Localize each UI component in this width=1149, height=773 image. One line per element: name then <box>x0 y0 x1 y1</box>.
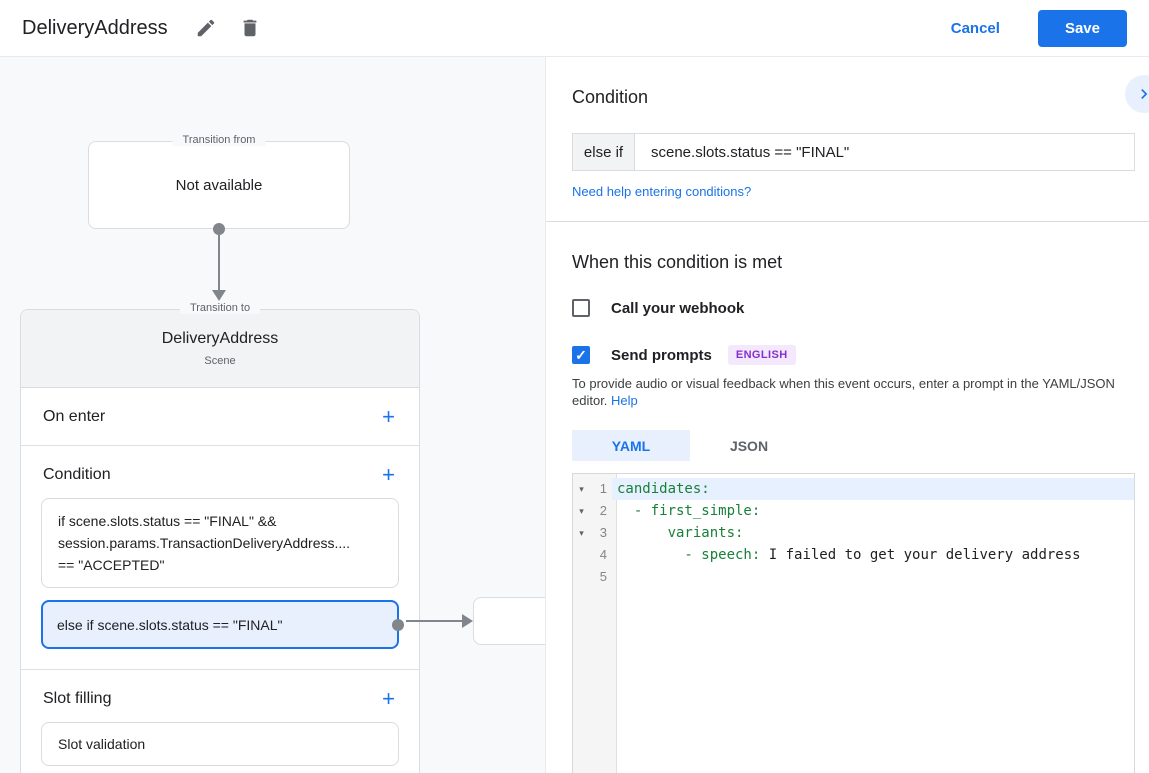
code-line[interactable]: ▾ 3 variants: <box>573 522 1134 544</box>
call-webhook-label: Call your webhook <box>611 299 745 317</box>
code-key: candidates: <box>617 481 710 497</box>
code-line[interactable]: ▾ 1 candidates: <box>573 478 1134 500</box>
prompt-description-text: To provide audio or visual feedback when… <box>572 376 1115 408</box>
code-value: I failed to get your delivery address <box>760 547 1081 563</box>
code-key: - speech: <box>617 547 761 563</box>
add-on-enter-button[interactable]: + <box>382 405 395 427</box>
connector-line-vertical <box>218 233 220 290</box>
transition-to-label: Transition to <box>179 302 261 314</box>
code-line[interactable]: 4 - speech: I failed to get your deliver… <box>573 544 1134 566</box>
fold-icon[interactable]: ▾ <box>573 500 590 522</box>
condition-expression-input[interactable]: scene.slots.status == "FINAL" <box>635 134 1134 170</box>
tab-json[interactable]: JSON <box>690 430 808 461</box>
panel-title: Condition <box>572 87 649 107</box>
send-prompts-row: ✓ Send prompts ENGLISH <box>572 345 1135 365</box>
chevron-right-icon <box>1134 84 1149 104</box>
yaml-code-editor[interactable]: ▾ 1 candidates: ▾ 2 - first_simple: ▾ 3 … <box>572 473 1135 773</box>
code-line[interactable]: 5 <box>573 566 1134 588</box>
line-number: 1 <box>599 481 607 496</box>
prompt-description: To provide audio or visual feedback when… <box>572 375 1124 409</box>
condition-item-line: if scene.slots.status == "FINAL" && <box>58 513 277 529</box>
condition-item-selected[interactable]: else if scene.slots.status == "FINAL" <box>41 600 404 649</box>
transition-from-content: Not available <box>175 176 263 194</box>
transition-from-box: Transition from Not available <box>88 134 350 229</box>
save-button[interactable]: Save <box>1037 9 1127 47</box>
delete-button[interactable] <box>238 16 262 40</box>
add-slot-button[interactable]: + <box>382 688 395 710</box>
condition-section-title: Condition <box>43 466 111 483</box>
fold-icon[interactable]: ▾ <box>573 478 590 500</box>
slot-filling-section: Slot filling + Slot validation Transacti… <box>21 670 419 773</box>
code-line[interactable]: ▾ 2 - first_simple: <box>573 500 1134 522</box>
condition-item-text: else if scene.slots.status == "FINAL" <box>57 616 283 633</box>
scene-type: Scene <box>204 355 236 367</box>
arrow-right-icon <box>462 614 473 628</box>
tab-yaml[interactable]: YAML <box>572 430 690 461</box>
connector-dot-right <box>392 618 404 631</box>
send-prompts-checkbox[interactable]: ✓ <box>572 346 590 364</box>
transition-target-box[interactable] <box>473 597 545 645</box>
condition-section: Condition + if scene.slots.status == "FI… <box>21 446 419 670</box>
scene-card-header: DeliveryAddress Scene <box>21 310 419 388</box>
on-enter-title: On enter <box>43 407 106 425</box>
fold-icon[interactable]: ▾ <box>573 522 590 544</box>
page-title: DeliveryAddress <box>22 16 168 39</box>
connector-line-horizontal <box>406 620 463 622</box>
scene-card: Transition to DeliveryAddress Scene On e… <box>20 302 420 773</box>
condition-item[interactable]: if scene.slots.status == "FINAL" && sess… <box>41 498 399 588</box>
line-number: 2 <box>599 503 607 518</box>
scene-flow-canvas: Transition from Not available Transition… <box>0 57 546 773</box>
webhook-row: Call your webhook <box>572 299 1135 317</box>
call-webhook-checkbox[interactable] <box>572 299 590 317</box>
arrow-down-icon <box>212 290 226 301</box>
code-key: - first_simple: <box>617 503 761 519</box>
line-number: 3 <box>599 525 607 540</box>
transition-from-label: Transition from <box>172 134 266 146</box>
on-enter-section: On enter + <box>21 388 419 446</box>
line-number: 5 <box>599 569 607 584</box>
cancel-button[interactable]: Cancel <box>951 20 1000 37</box>
add-condition-button[interactable]: + <box>382 464 395 486</box>
top-bar: DeliveryAddress Cancel Save <box>0 0 1149 57</box>
pencil-icon <box>195 17 217 39</box>
condition-item-line: session.params.TransactionDeliveryAddres… <box>58 535 351 551</box>
send-prompts-label: Send prompts <box>611 346 712 364</box>
slot-filling-title: Slot filling <box>43 690 112 707</box>
help-link[interactable]: Help <box>611 393 638 408</box>
condition-item-line: == "ACCEPTED" <box>58 557 165 573</box>
condition-prefix-label: else if <box>573 134 635 170</box>
scene-name: DeliveryAddress <box>161 330 279 347</box>
conditions-help-link[interactable]: Need help entering conditions? <box>572 184 751 199</box>
slot-item[interactable]: Slot validation <box>41 722 399 766</box>
condition-input-row: else if scene.slots.status == "FINAL" <box>572 133 1135 171</box>
edit-button[interactable] <box>194 16 218 40</box>
code-key: variants: <box>617 525 744 541</box>
line-number: 4 <box>599 547 607 562</box>
condition-editor-panel: Condition else if scene.slots.status == … <box>546 57 1149 773</box>
editor-tabs: YAML JSON <box>572 430 1135 461</box>
when-met-title: When this condition is met <box>572 252 783 272</box>
language-badge: ENGLISH <box>727 345 796 365</box>
section-divider <box>546 221 1149 222</box>
trash-icon <box>239 17 261 39</box>
